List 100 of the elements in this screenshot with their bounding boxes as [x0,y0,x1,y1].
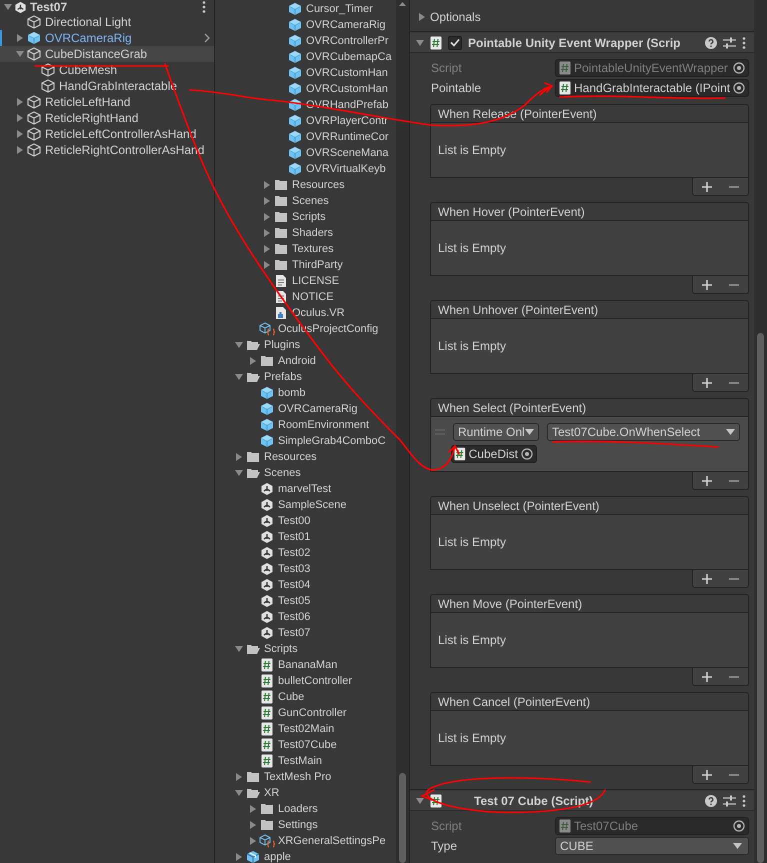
plus-icon[interactable] [702,280,712,290]
asset-item[interactable]: XR [264,787,280,799]
hierarchy-row[interactable]: ReticleLeftHand [0,94,214,110]
asset-item[interactable]: OVRRuntimeCor [306,131,389,143]
hierarchy-row[interactable]: CubeDistanceGrab [0,46,214,62]
asset-item[interactable]: Resources [264,451,317,463]
scrollbar[interactable] [396,0,409,863]
foldout-arrow-icon[interactable] [4,3,12,11]
asset-item[interactable]: OVRSceneMana [306,147,389,159]
foldout-arrow-icon[interactable] [235,773,243,781]
plus-icon[interactable] [702,574,712,584]
component-header[interactable]: Pointable Unity Event Wrapper (Scrip [410,33,754,53]
scrollbar-thumb[interactable] [757,333,764,863]
asset-item[interactable]: OVRCameraRig [306,19,386,31]
asset-item[interactable]: GunController [278,707,346,719]
asset-item[interactable]: Shaders [292,227,333,239]
help-icon[interactable] [705,36,718,48]
asset-item[interactable]: apple [264,851,291,863]
drag-handle-icon[interactable] [435,429,445,435]
asset-item[interactable]: XRGeneralSettingsPe [278,835,386,847]
foldout-arrow-icon[interactable] [16,146,24,154]
more-options-icon[interactable] [202,1,206,13]
asset-item[interactable]: OVRCubemapCa [306,51,392,63]
foldout-arrow-icon[interactable] [263,229,271,237]
help-icon[interactable] [705,794,718,806]
asset-item[interactable]: bulletController [278,675,352,687]
foldout-arrow-icon[interactable] [263,245,271,253]
asset-item[interactable]: Test05 [278,595,310,607]
foldout-arrow-icon[interactable] [235,789,243,797]
more-options-icon[interactable] [742,794,746,806]
object-picker-icon[interactable] [521,448,533,460]
object-picker-icon[interactable] [733,82,746,94]
foldout-arrow-icon[interactable] [235,645,243,653]
foldout-arrow-icon[interactable] [263,261,271,269]
foldout-arrow-icon[interactable] [249,805,257,813]
optionals-foldout[interactable]: Optionals [430,10,481,24]
asset-item[interactable]: Test02Main [278,723,334,735]
foldout-arrow-icon[interactable] [263,181,271,189]
asset-item[interactable]: OVRCameraRig [278,403,358,415]
foldout-arrow-icon[interactable] [16,114,24,122]
asset-item[interactable]: Loaders [278,803,318,815]
scroll-up-icon[interactable] [396,0,409,8]
asset-item[interactable]: Oculus.VR [292,307,345,319]
preset-sliders-icon[interactable] [723,794,736,806]
foldout-arrow-icon[interactable] [16,34,24,42]
foldout-arrow-icon[interactable] [235,453,243,461]
asset-item[interactable]: Scenes [264,467,301,479]
foldout-arrow-icon[interactable] [249,837,257,845]
foldout-arrow-icon[interactable] [263,213,271,221]
chevron-right-icon[interactable] [204,33,210,43]
asset-item[interactable]: Test03 [278,563,310,575]
type-dropdown[interactable]: CUBE [555,837,750,855]
foldout-arrow-icon[interactable] [16,98,24,106]
asset-item[interactable]: OVRControllerPr [306,35,389,47]
function-dropdown[interactable]: Test07Cube.OnWhenSelect [547,423,740,441]
asset-item[interactable]: OVRVirtualKeyb [306,163,386,175]
hierarchy-row[interactable]: CubeMesh [0,62,214,78]
asset-item[interactable]: Scripts [292,211,326,223]
asset-item[interactable]: ThirdParty [292,259,343,271]
asset-item[interactable]: TextMesh Pro [264,771,332,783]
asset-item[interactable]: Scripts [264,643,298,655]
asset-item[interactable]: NOTICE [292,291,334,303]
asset-item[interactable]: RoomEnvironment [278,419,370,431]
enable-checkbox[interactable] [448,36,462,50]
asset-item[interactable]: Test07Cube [278,739,337,751]
asset-item[interactable]: OVRHandPrefab [306,99,389,111]
asset-item[interactable]: Scenes [292,195,329,207]
plus-icon[interactable] [702,770,712,780]
asset-item[interactable]: Cursor_Timer [306,3,373,15]
asset-item[interactable]: SampleScene [278,499,346,511]
plus-icon[interactable] [702,378,712,388]
asset-item[interactable]: SimpleGrab4ComboC [278,435,386,447]
asset-item[interactable]: OVRCustomHan [306,67,388,79]
foldout-arrow-icon[interactable] [416,796,424,804]
foldout-arrow-icon[interactable] [263,197,271,205]
asset-item[interactable]: OVRCustomHan [306,83,388,95]
foldout-arrow-icon[interactable] [235,373,243,381]
asset-item[interactable]: Test04 [278,579,310,591]
asset-item[interactable]: Cube [278,691,304,703]
asset-item[interactable]: Test01 [278,531,310,543]
asset-item[interactable]: Textures [292,243,334,255]
asset-item[interactable]: Android [278,355,316,367]
foldout-arrow-icon[interactable] [249,821,257,829]
object-picker-icon[interactable] [733,820,746,832]
asset-item[interactable]: Prefabs [264,371,302,383]
target-object-field[interactable]: CubeDist [451,445,537,463]
foldout-arrow-icon[interactable] [416,38,424,46]
asset-item[interactable]: Plugins [264,339,300,351]
foldout-arrow-icon[interactable] [235,853,243,861]
foldout-arrow-icon[interactable] [16,50,24,58]
asset-item[interactable]: Resources [292,179,345,191]
hierarchy-row[interactable]: ReticleRightHand [0,110,214,126]
more-options-icon[interactable] [742,36,746,48]
plus-icon[interactable] [702,672,712,682]
hierarchy-row[interactable]: Directional Light [0,14,214,30]
asset-item[interactable]: Test06 [278,611,310,623]
plus-icon[interactable] [702,476,712,486]
asset-item[interactable]: TestMain [278,755,322,767]
asset-item[interactable]: Test07 [278,627,310,639]
asset-item[interactable]: Test02 [278,547,310,559]
